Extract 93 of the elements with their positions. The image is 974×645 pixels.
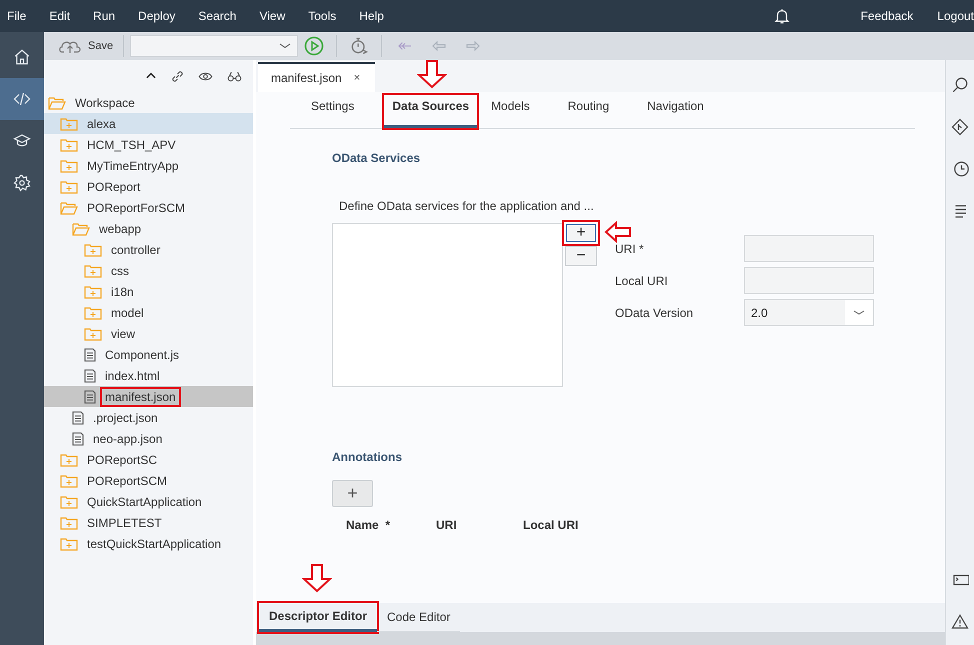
tree-item[interactable]: css — [108, 262, 132, 278]
input-field[interactable] — [744, 235, 874, 262]
settings-icon — [13, 174, 31, 192]
remove-button[interactable]: − — [565, 246, 597, 266]
folder-icon — [84, 326, 102, 340]
section-tab[interactable]: Models — [483, 95, 538, 128]
editor-tab[interactable]: manifest.json × — [258, 62, 375, 92]
section-tab[interactable]: Data Sources — [384, 95, 478, 128]
header-link[interactable]: Feedback — [860, 9, 914, 23]
play-icon — [304, 36, 324, 56]
tree-item[interactable]: .project.json — [90, 410, 161, 426]
folder-icon — [84, 306, 102, 320]
diamond-icon — [951, 118, 969, 136]
section-title: Annotations — [332, 450, 403, 464]
input-field[interactable] — [744, 267, 874, 294]
open-folder-icon — [48, 96, 66, 110]
tree-item[interactable]: MyTimeEntryApp — [84, 158, 182, 174]
tree-item[interactable]: alexa — [84, 116, 119, 132]
menu-item[interactable]: Search — [198, 9, 236, 23]
chevron-down-icon — [279, 43, 292, 49]
tree-item[interactable]: view — [108, 326, 138, 342]
tree-item[interactable]: POReportForSCM — [84, 200, 188, 216]
folder-icon — [84, 264, 102, 278]
history-button[interactable] — [951, 160, 969, 178]
section-tab[interactable]: Navigation — [639, 95, 712, 128]
tree-item[interactable]: SIMPLETEST — [84, 514, 165, 530]
menu-item[interactable]: Help — [359, 9, 384, 23]
folder-icon — [84, 284, 102, 298]
section-description: Define OData services for the application and ... — [339, 199, 595, 213]
column-header: Name * — [346, 518, 392, 532]
search-button[interactable] — [951, 76, 969, 94]
tree-item[interactable]: Workspace — [72, 94, 138, 110]
tree-item[interactable]: Component.js — [102, 346, 182, 362]
folder-icon — [60, 452, 78, 466]
version-select[interactable]: 2.0 — [744, 299, 874, 326]
tree-item[interactable]: index.html — [102, 368, 163, 384]
header-link[interactable]: Logout — [937, 9, 974, 23]
folder-icon — [60, 158, 78, 172]
menu-item[interactable]: Edit — [49, 9, 70, 23]
file-icon — [72, 432, 84, 446]
tree-item[interactable]: HCM_TSH_APV — [84, 136, 179, 152]
folder-icon — [60, 494, 78, 508]
folder-icon — [60, 180, 78, 194]
clock-icon — [951, 160, 969, 178]
editor-mode-tab[interactable]: Descriptor Editor — [259, 603, 378, 632]
open-folder-icon — [60, 200, 78, 214]
folder-icon — [60, 516, 78, 530]
section-tab[interactable]: Routing — [560, 95, 618, 128]
tree-item[interactable]: QuickStartApplication — [84, 494, 205, 510]
field-label: Local URI — [615, 274, 669, 288]
git-button[interactable] — [951, 118, 969, 136]
folder-icon — [60, 474, 78, 488]
side-nav-item[interactable] — [0, 78, 44, 120]
menu-item[interactable]: Tools — [308, 9, 336, 23]
tree-item[interactable]: webapp — [96, 220, 144, 236]
folder-icon — [60, 536, 78, 550]
warning-icon — [951, 613, 969, 631]
section-tab[interactable]: Settings — [303, 95, 362, 128]
save-button[interactable]: Save — [54, 34, 118, 58]
folder-icon — [84, 242, 102, 256]
tree-item[interactable]: neo-app.json — [90, 430, 166, 446]
code-icon — [13, 90, 31, 108]
file-icon — [84, 368, 96, 382]
section-title: OData Services — [332, 151, 422, 165]
folder-icon — [60, 138, 78, 152]
column-header: URI — [436, 518, 458, 532]
tree-item[interactable]: controller — [108, 242, 164, 258]
file-icon — [72, 410, 84, 424]
tree-item[interactable]: model — [108, 304, 147, 320]
file-icon — [84, 348, 96, 362]
tree-item[interactable]: POReportSC — [84, 452, 160, 468]
tree-item[interactable]: POReportSCM — [84, 472, 170, 488]
home-icon — [13, 48, 31, 66]
field-label: URI * — [615, 242, 645, 256]
menu-item[interactable]: File — [7, 9, 26, 23]
column-header: Local URI — [523, 518, 580, 532]
tree-item[interactable]: i18n — [108, 284, 137, 300]
chevron-down-icon — [853, 310, 865, 316]
close-icon[interactable]: × — [354, 72, 360, 84]
tree-item[interactable]: testQuickStartApplication — [84, 536, 224, 552]
menu-item[interactable]: View — [259, 9, 286, 23]
folder-icon — [60, 116, 78, 130]
add-button[interactable]: + — [332, 480, 373, 507]
menu-item[interactable]: Deploy — [138, 9, 176, 23]
open-folder-icon — [72, 222, 90, 236]
link-icon — [170, 68, 185, 84]
tree-item[interactable]: POReport — [84, 178, 144, 194]
menu-item[interactable]: Run — [93, 9, 116, 23]
file-icon — [84, 390, 96, 404]
problems-button[interactable] — [951, 613, 969, 631]
field-label: OData Version — [615, 306, 694, 320]
search-icon — [951, 76, 969, 94]
stopwatch-icon — [349, 36, 370, 56]
